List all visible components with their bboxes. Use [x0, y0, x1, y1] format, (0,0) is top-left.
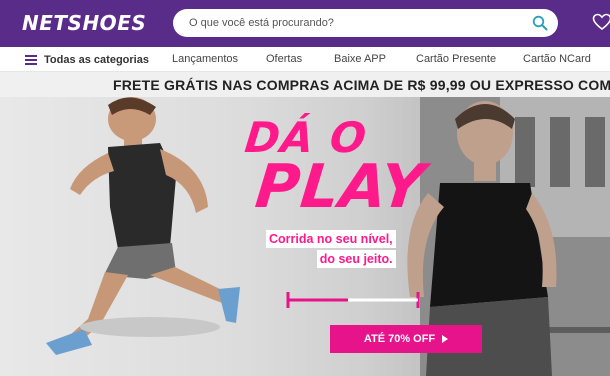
nav-item-lancamentos[interactable]: Lançamentos	[172, 53, 238, 65]
headline-line-2: PLAY	[252, 152, 429, 222]
cta-label: ATÉ 70% OFF	[363, 333, 436, 345]
free-shipping-banner[interactable]: FRETE GRÁTIS NAS COMPRAS ACIMA DE R$ 99,…	[0, 72, 610, 97]
top-header: NETSHOES	[0, 0, 610, 47]
hero-headline: DÁ O PLAY	[237, 113, 433, 222]
free-shipping-highlight: FRETE GRÁTIS	[113, 77, 219, 93]
search-icon[interactable]	[532, 15, 548, 31]
heart-icon[interactable]	[592, 12, 610, 32]
subtitle-line-2: do seu jeito.	[316, 250, 396, 268]
category-nav: Todas as categorias Lançamentos Ofertas …	[0, 47, 610, 72]
nav-item-cartao-ncard[interactable]: Cartão NCard	[523, 53, 591, 65]
nav-item-cartao-presente[interactable]: Cartão Presente	[416, 53, 496, 65]
express-shipping-highlight: EXPRESSO COM AT	[495, 77, 610, 93]
nav-item-baixe-app[interactable]: Baixe APP	[334, 53, 386, 65]
free-shipping-text: FRETE GRÁTIS NAS COMPRAS ACIMA DE R$ 99,…	[113, 77, 610, 93]
search-bar	[173, 9, 558, 37]
hero-banner[interactable]: DÁ O PLAY Corrida no seu nível, do seu j…	[0, 97, 610, 376]
all-categories-menu[interactable]: Todas as categorias	[25, 53, 149, 67]
play-arrow-icon	[442, 335, 449, 343]
search-input[interactable]	[189, 14, 509, 32]
netshoes-logo[interactable]: NETSHOES	[22, 11, 146, 35]
hero-subtitle: Corrida no seu nível, do seu jeito.	[266, 230, 396, 270]
subtitle-line-1: Corrida no seu nível,	[266, 230, 396, 248]
all-categories-label: Todas as categorias	[44, 54, 149, 66]
free-shipping-middle: NAS COMPRAS ACIMA DE R$ 99,99 OU	[218, 77, 496, 93]
male-runner-figure	[46, 97, 240, 355]
sale-cta-button[interactable]: ATÉ 70% OFF	[330, 325, 482, 353]
nav-item-ofertas[interactable]: Ofertas	[266, 53, 302, 65]
hamburger-icon	[25, 55, 37, 65]
